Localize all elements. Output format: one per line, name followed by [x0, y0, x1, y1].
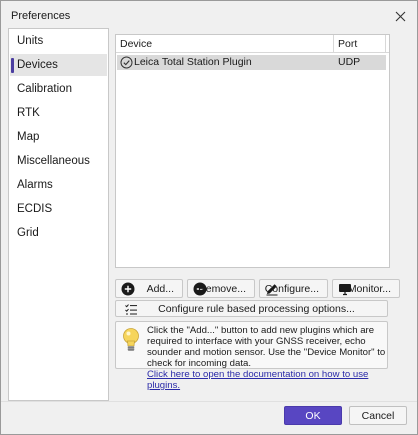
monitor-button-label: Monitor...	[347, 283, 391, 295]
table-row[interactable]: Leica Total Station Plugin UDP	[117, 55, 386, 70]
info-text-block: Click the "Add..." button to add new plu…	[147, 325, 387, 391]
sidebar-item-label: RTK	[17, 107, 40, 119]
sidebar-item-ecdis[interactable]: ECDIS	[10, 198, 107, 220]
title-bar: Preferences	[1, 1, 417, 31]
sidebar-item-units[interactable]: Units	[10, 30, 107, 52]
info-panel: Click the "Add..." button to add new plu…	[115, 321, 388, 391]
port-cell: UDP	[338, 56, 361, 68]
lightbulb-icon	[123, 328, 139, 351]
sidebar-item-label: Calibration	[17, 83, 72, 95]
rule-processing-label: Configure rule based processing options.…	[158, 303, 355, 315]
configure-button[interactable]: Configure...	[259, 279, 328, 298]
sidebar-item-alarms[interactable]: Alarms	[10, 174, 107, 196]
sidebar-item-label: Devices	[17, 59, 58, 71]
remove-button[interactable]: Remove...	[187, 279, 255, 298]
sidebar-item-label: Units	[17, 35, 44, 47]
sidebar-item-grid[interactable]: Grid	[10, 222, 107, 244]
sidebar-item-map[interactable]: Map	[10, 126, 107, 148]
plus-circle-icon	[121, 282, 135, 296]
sidebar-item-label: Alarms	[17, 179, 53, 191]
monitor-button[interactable]: Monitor...	[332, 279, 400, 298]
column-header-port[interactable]: Port	[334, 35, 386, 53]
close-button[interactable]	[383, 1, 417, 31]
sidebar-item-label: Map	[17, 131, 40, 143]
remove-button-label: Remove...	[198, 283, 246, 295]
sidebar-item-label: ECDIS	[17, 203, 53, 215]
sidebar-item-rtk[interactable]: RTK	[10, 102, 107, 124]
device-list[interactable]: Device Port Leica Total Station Plugin U…	[115, 34, 390, 268]
device-name-cell: Leica Total Station Plugin	[134, 56, 252, 68]
rule-processing-button[interactable]: Configure rule based processing options.…	[115, 300, 388, 317]
ok-button[interactable]: OK	[284, 406, 342, 425]
list-header: Device Port	[116, 35, 389, 53]
sidebar-item-devices[interactable]: Devices	[10, 54, 107, 76]
cancel-button[interactable]: Cancel	[349, 406, 407, 425]
check-circle-icon	[120, 56, 133, 69]
configure-button-label: Configure...	[264, 283, 319, 295]
sidebar-item-label: Miscellaneous	[17, 155, 90, 167]
category-sidebar: Units Devices Calibration RTK Map Miscel…	[8, 28, 109, 401]
add-button-label: Add...	[146, 283, 174, 295]
sidebar-item-label: Grid	[17, 227, 39, 239]
sidebar-item-calibration[interactable]: Calibration	[10, 78, 107, 100]
sidebar-item-miscellaneous[interactable]: Miscellaneous	[10, 150, 107, 172]
info-description: Click the "Add..." button to add new plu…	[147, 325, 386, 369]
preferences-dialog: Preferences Units Devices Calibration RT…	[0, 0, 418, 435]
documentation-link[interactable]: Click here to open the documentation on …	[147, 369, 387, 391]
add-button[interactable]: Add...	[115, 279, 183, 298]
dialog-title: Preferences	[11, 10, 71, 22]
column-header-device[interactable]: Device	[116, 35, 334, 53]
close-icon	[395, 11, 405, 21]
devices-panel: Device Port Leica Total Station Plugin U…	[115, 28, 411, 401]
